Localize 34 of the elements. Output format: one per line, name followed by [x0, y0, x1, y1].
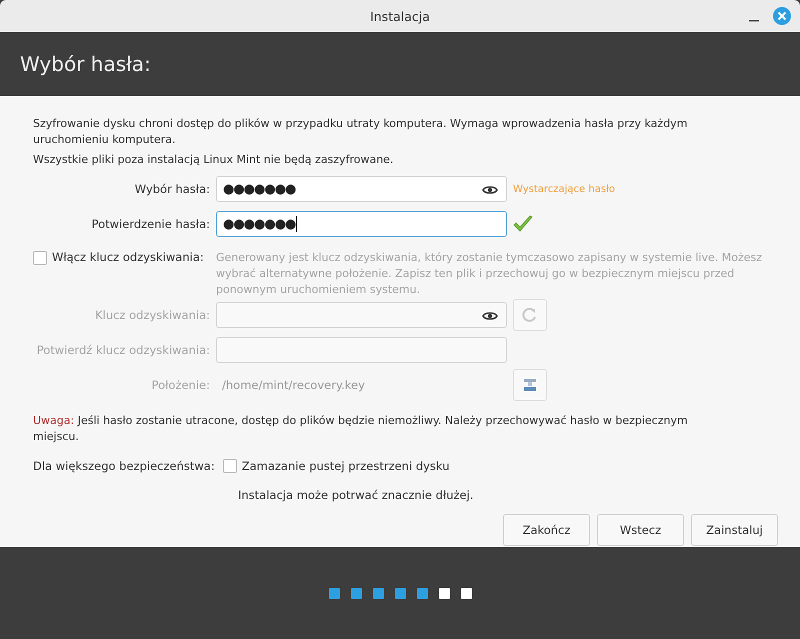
- close-icon[interactable]: [773, 7, 791, 25]
- password-field[interactable]: ●●●●●●●: [216, 176, 507, 202]
- checkbox[interactable]: [33, 251, 47, 265]
- eye-icon[interactable]: [482, 310, 498, 322]
- refresh-icon: [522, 307, 538, 323]
- checkbox[interactable]: [222, 459, 237, 473]
- checkbox-label[interactable]: Zamazanie pustej przestrzeni dysku: [242, 459, 450, 473]
- file-button[interactable]: [513, 369, 547, 401]
- strength-text: Wystarczające hasło: [513, 184, 616, 194]
- window-title: Instalacja: [370, 8, 430, 24]
- drive-icon: [522, 377, 538, 393]
- refresh-button[interactable]: [513, 299, 547, 331]
- field-label: Dla większego bezpieczeństwa:: [33, 459, 215, 473]
- dialog-button[interactable]: Zakończ: [503, 514, 590, 546]
- field-label: Klucz odzyskiwania:: [94, 308, 210, 322]
- input-field[interactable]: [216, 337, 507, 363]
- info-text: Wszystkie pliki poza instalacją Linux Mint nie będą zaszyfrowane.: [33, 152, 394, 168]
- checkmark-icon: [513, 215, 533, 233]
- input-field[interactable]: [216, 302, 507, 328]
- eye-icon[interactable]: [482, 184, 498, 196]
- field-label: Wybór hasła:: [134, 182, 210, 196]
- dialog-button[interactable]: Zainstaluj: [691, 514, 778, 546]
- path-text: /home/mint/recovery.key: [222, 378, 365, 392]
- field-label: Potwierdzenie hasła:: [90, 217, 210, 231]
- page-title: Wybór hasła:: [20, 52, 151, 76]
- warning-text: Uwaga: Jeśli hasło zostanie utracone, dostęp do plików będzie niemożliwy. Należy przechowywać hasło w bezpiecznym miejscu.: [33, 413, 689, 445]
- info-text: Szyfrowanie dysku chroni dostęp do plików w przypadku utraty komputera. Wymaga wprowadzenia hasła przy każdym uruchomieniu komputera.: [33, 116, 688, 148]
- password-field[interactable]: ●●●●●●●: [216, 211, 507, 237]
- recovery-description: Generowany jest klucz odzyskiwania, który zostanie tymczasowo zapisany w systemie live. Możesz wybrać alternatywne położenie. Zapisz ten plik i przechowuj go w bezpiecznym miejscu przed ponownym uruchomieniem systemu.: [216, 250, 764, 298]
- checkbox-label[interactable]: Włącz klucz odzyskiwania:: [52, 250, 204, 264]
- field-label: Potwierdź klucz odzyskiwania:: [36, 343, 210, 357]
- field-label: Położenie:: [150, 378, 210, 392]
- note-text: Instalacja może potrwać znacznie dłużej.: [238, 488, 474, 502]
- dialog-button[interactable]: Wstecz: [597, 514, 684, 546]
